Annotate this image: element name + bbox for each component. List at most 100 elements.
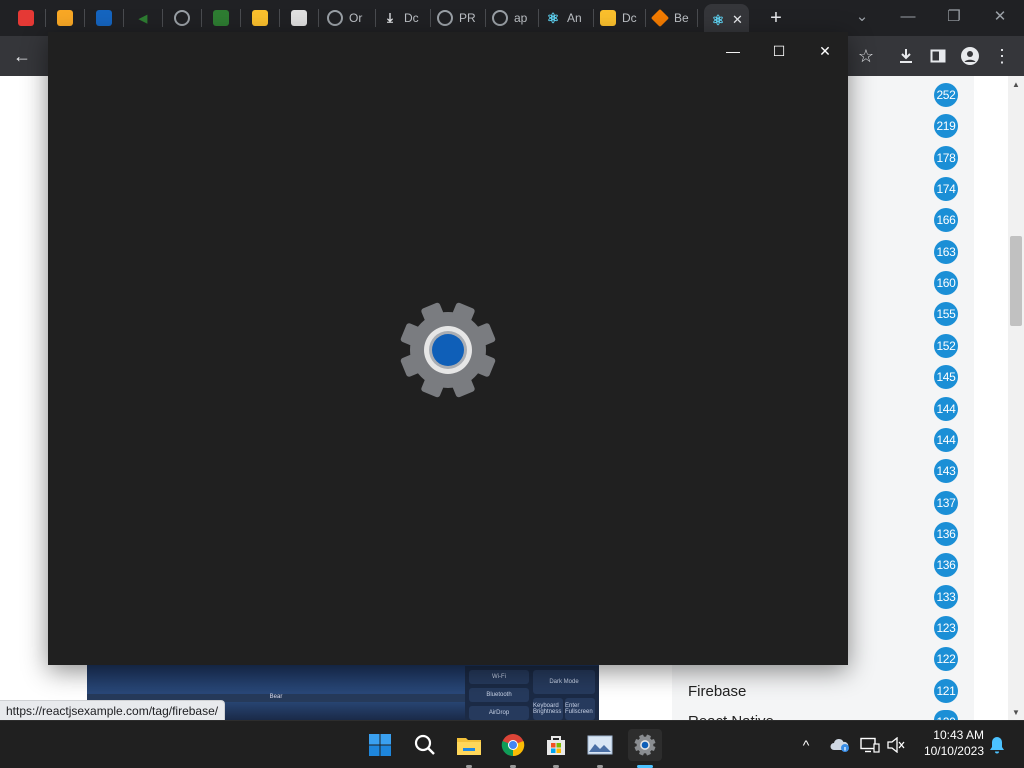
browser-tab[interactable]	[291, 5, 307, 31]
browser-tab[interactable]: ◀	[135, 5, 151, 31]
browser-minimize-button[interactable]: —	[888, 3, 928, 29]
side-panel-button[interactable]	[924, 42, 952, 70]
chrome-button[interactable]	[497, 729, 529, 761]
bookmark-star-button[interactable]: ☆	[852, 42, 880, 70]
profile-button[interactable]	[956, 42, 984, 70]
back-button[interactable]: ←	[8, 42, 36, 70]
splash-minimize-button[interactable]: —	[710, 36, 756, 66]
tag-count-badge: 133	[934, 585, 958, 609]
topic-react-native[interactable]: React Native	[688, 713, 774, 720]
onedrive-tray-button[interactable]	[828, 733, 852, 757]
scrollbar-thumb[interactable]	[1010, 236, 1022, 326]
browser-menu-button[interactable]: ⋮	[988, 42, 1016, 70]
tile-wifi: Wi-Fi	[469, 670, 529, 684]
windows-start-icon	[369, 734, 391, 756]
globe-icon	[174, 10, 190, 26]
chevron-down-icon: ⌄	[855, 8, 869, 25]
globe-icon	[327, 10, 343, 26]
start-button[interactable]	[364, 729, 396, 761]
monitor-icon	[18, 10, 34, 26]
browser-tab[interactable]	[18, 5, 34, 31]
tab-separator	[538, 9, 539, 27]
browser-tab-strip: ◀ Or ⤓ Dc PR ap ⚛ An Dc Be ⚛ ✕ + ⌄ — ❐ ✕	[0, 0, 1024, 36]
browser-tab[interactable]: ⤓ Dc	[382, 5, 420, 31]
browser-tab[interactable]	[96, 5, 112, 31]
clock-date: 10/10/2023	[923, 744, 984, 758]
browser-tab[interactable]	[57, 5, 73, 31]
tab-separator	[485, 9, 486, 27]
show-hidden-icons-button[interactable]: ^	[794, 733, 818, 757]
status-url-text: https://reactjsexample.com/tag/firebase/	[6, 703, 219, 718]
photos-button[interactable]	[584, 729, 616, 761]
microsoft-store-button[interactable]	[540, 729, 572, 761]
tag-count-badge: 160	[934, 271, 958, 295]
new-tab-button[interactable]: +	[762, 4, 790, 32]
browser-close-button[interactable]: ✕	[980, 3, 1020, 29]
chrome-icon	[501, 734, 525, 757]
globe-icon	[437, 10, 453, 26]
tag-count-badge: 155	[934, 302, 958, 326]
scroll-down-arrow[interactable]: ▼	[1010, 706, 1022, 718]
tab-search-button[interactable]: ⌄	[842, 3, 882, 29]
browser-tab[interactable]: ⚛ An	[545, 5, 583, 31]
tab-title: Dc	[404, 11, 419, 25]
browser-tab[interactable]	[252, 5, 268, 31]
tab-separator	[318, 9, 319, 27]
scroll-up-arrow[interactable]: ▲	[1010, 78, 1022, 90]
tab-separator	[593, 9, 594, 27]
network-icon	[860, 737, 880, 753]
tag-count-badge: 136	[934, 553, 958, 577]
plus-icon: +	[770, 6, 782, 29]
tag-count-badge: 120	[934, 710, 958, 720]
page-scrollbar[interactable]	[1008, 76, 1024, 720]
browser-tab[interactable]: Dc	[600, 5, 638, 31]
browser-restore-button[interactable]: ❐	[934, 3, 974, 29]
system-clock[interactable]: 10:43 AM 10/10/2023	[912, 727, 984, 759]
tab-title: Be	[674, 11, 689, 25]
photos-icon	[587, 735, 613, 755]
notifications-button[interactable]	[985, 733, 1009, 757]
tag-count-badge: 174	[934, 177, 958, 201]
splash-maximize-button[interactable]: ☐	[756, 36, 802, 66]
browser-tab[interactable]	[174, 5, 190, 31]
file-explorer-button[interactable]	[453, 729, 485, 761]
settings-gear-icon	[634, 734, 656, 756]
tile-enter-fullscreen: Enter Fullscreen	[565, 698, 595, 720]
tab-separator	[430, 9, 431, 27]
tag-count-badge: 136	[934, 522, 958, 546]
splash-close-button[interactable]: ✕	[802, 36, 848, 66]
volume-muted-icon	[887, 737, 905, 753]
browser-tab[interactable]: Or	[327, 5, 365, 31]
topic-firebase[interactable]: Firebase	[688, 683, 746, 700]
tab-separator	[645, 9, 646, 27]
browser-tab[interactable]: PR	[437, 5, 475, 31]
tab-separator	[84, 9, 85, 27]
browser-tab[interactable]	[213, 5, 229, 31]
gear-yellow-icon	[252, 10, 268, 26]
tag-count-badge: 123	[934, 616, 958, 640]
network-tray-button[interactable]	[858, 733, 882, 757]
tab-separator	[375, 9, 376, 27]
minimize-icon: —	[726, 43, 740, 59]
globe-icon	[492, 10, 508, 26]
volume-tray-button[interactable]	[884, 733, 908, 757]
tab-close-icon[interactable]: ✕	[732, 12, 743, 28]
tag-count-badge: 144	[934, 397, 958, 421]
minimize-icon: —	[900, 7, 916, 25]
send-arrow-icon: ◀	[138, 12, 148, 25]
tag-count-badge: 121	[934, 679, 958, 703]
tag-count-badge: 122	[934, 647, 958, 671]
browser-tab[interactable]: Be	[650, 5, 690, 31]
clock-time: 10:43 AM	[933, 728, 984, 742]
tag-count-badge: 152	[934, 334, 958, 358]
settings-taskbar-button[interactable]	[628, 729, 662, 761]
cloud-info-icon	[830, 738, 849, 752]
folder-icon	[457, 738, 481, 755]
tab-separator	[697, 9, 698, 27]
app-square-icon	[96, 10, 112, 26]
close-icon: ✕	[993, 8, 1007, 25]
tab-title: Or	[349, 11, 363, 25]
browser-tab[interactable]: ap	[492, 5, 530, 31]
downloads-button[interactable]	[892, 42, 920, 70]
search-button[interactable]	[409, 729, 441, 761]
